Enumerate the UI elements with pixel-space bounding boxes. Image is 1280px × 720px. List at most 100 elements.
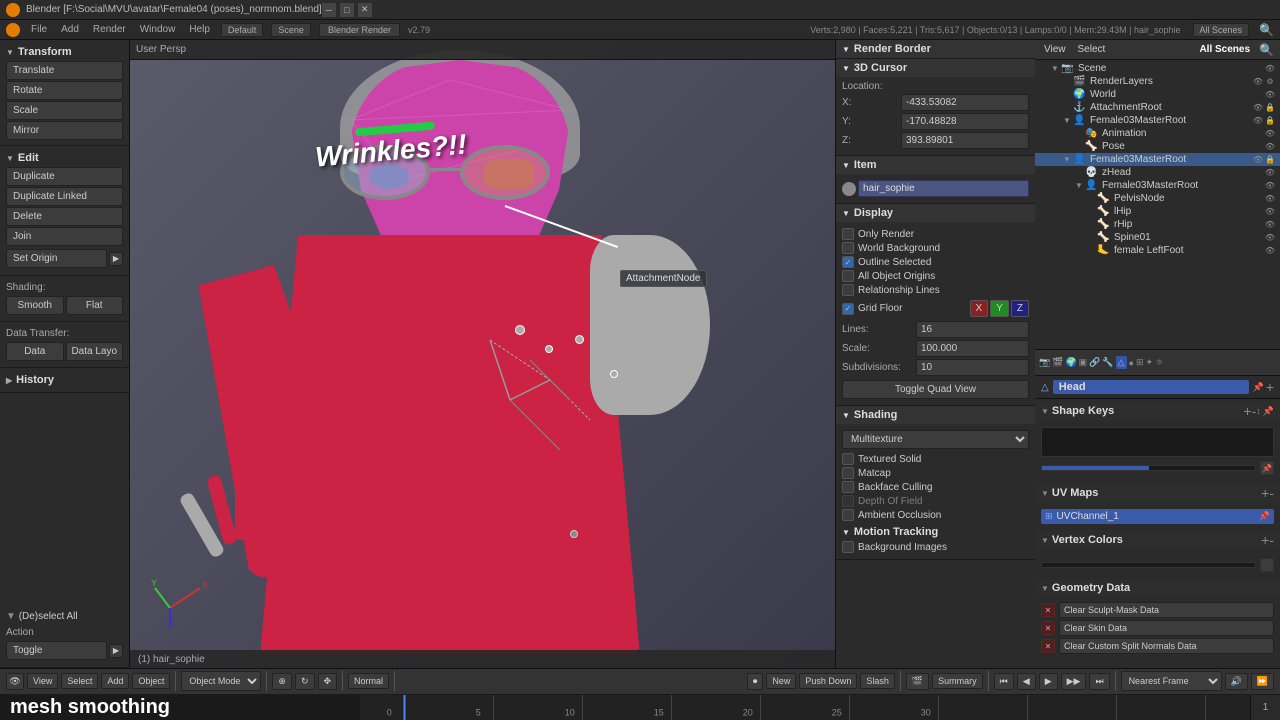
item-name-input[interactable] (858, 180, 1029, 197)
vertex-colors-slider[interactable] (1041, 562, 1256, 568)
cursor-y-value[interactable]: -170.48828 (901, 113, 1029, 130)
shape-keys-list[interactable] (1041, 427, 1274, 457)
object-menu-btn[interactable]: Object (132, 673, 170, 689)
shading-mode-select[interactable]: Multitexture GLSL Shadeless (842, 430, 1029, 449)
tree-scene[interactable]: ▼ 📷 Scene 👁 (1035, 62, 1280, 75)
props-icon-world[interactable]: 🌍 (1065, 357, 1076, 368)
tree-renderlayers[interactable]: 🎬 RenderLayers 👁 ⚙ (1035, 75, 1280, 88)
matcap-cb[interactable] (842, 467, 854, 479)
data-btn[interactable]: Data (6, 342, 64, 361)
control-sphere-2[interactable] (545, 345, 553, 353)
motion-tracking-header[interactable]: ▼ Motion Tracking (842, 525, 1029, 539)
control-sphere-5[interactable] (570, 530, 578, 538)
data-layo-btn[interactable]: Data Layo (66, 342, 124, 361)
slash-btn[interactable]: Slash (860, 673, 895, 689)
xyz-z-btn[interactable]: Z (1011, 300, 1029, 317)
backface-cb[interactable] (842, 481, 854, 493)
shape-key-slider[interactable] (1041, 465, 1256, 471)
props-icon-texture[interactable]: ⊞ (1136, 357, 1144, 368)
props-icon-modifiers[interactable]: 🔧 (1102, 357, 1113, 368)
subdivisions-value[interactable]: 10 (916, 359, 1029, 376)
outline-selected-cb[interactable]: ✓ (842, 256, 854, 268)
duplicate-linked-btn[interactable]: Duplicate Linked (6, 187, 123, 206)
object-mode-select[interactable]: Object Mode Edit Mode Sculpt Mode (181, 671, 261, 691)
view-menu-btn[interactable]: View (27, 673, 58, 689)
global-select-btn[interactable]: ⊕ (272, 673, 292, 690)
clear-skin-btn[interactable]: Clear Skin Data (1059, 620, 1274, 636)
cursor-z-value[interactable]: 393.89801 (901, 132, 1029, 149)
shape-keys-header[interactable]: ▼ Shape Keys + - ↕ 📌 (1035, 401, 1280, 421)
control-sphere-1[interactable] (515, 325, 525, 335)
add-menu-btn[interactable]: Add (101, 673, 129, 689)
menu-file[interactable]: File (28, 24, 50, 35)
control-sphere-3[interactable] (575, 335, 584, 344)
item-header[interactable]: ▼ Item (836, 156, 1035, 174)
head-name[interactable]: Head (1053, 380, 1249, 394)
lines-value[interactable]: 16 (916, 321, 1029, 338)
shape-keys-add[interactable]: + (1243, 403, 1251, 419)
tree-female-leftfoot[interactable]: 🦶 female LeftFoot 👁 (1035, 244, 1280, 257)
menu-window[interactable]: Window (137, 24, 179, 35)
cursor-x-value[interactable]: -433.53082 (901, 94, 1029, 111)
viewport-canvas[interactable]: Wrinkles?!! AttachmentNode User Persp (130, 40, 835, 668)
tree-zhead[interactable]: 💀 zHead 👁 (1035, 166, 1280, 179)
grid-floor-cb[interactable]: ✓ (842, 303, 854, 315)
vertex-colors-add[interactable]: + (1261, 532, 1269, 548)
render-border-header[interactable]: ▼ Render Border (836, 40, 1035, 58)
record-btn[interactable]: ⏺ (747, 673, 764, 690)
set-origin-expand[interactable]: ▶ (109, 252, 123, 266)
menu-add[interactable]: Add (58, 24, 82, 35)
tree-animation[interactable]: 🎭 Animation 👁 (1035, 127, 1280, 140)
tree-pelvisnode[interactable]: 🦴 PelvisNode 👁 (1035, 192, 1280, 205)
props-icon-object[interactable]: ▣ (1079, 357, 1088, 368)
tree-female03masterroot-3[interactable]: ▼ 👤 Female03MasterRoot 👁 (1035, 179, 1280, 192)
toggle-quad-view-btn[interactable]: Toggle Quad View (842, 380, 1029, 399)
head-expand-icon[interactable]: + (1266, 379, 1274, 395)
vertex-colors-minus[interactable]: - (1269, 532, 1274, 548)
clear-sculpt-btn-icon[interactable]: ✕ (1041, 603, 1055, 617)
clear-custom-btn-icon[interactable]: ✕ (1041, 639, 1055, 653)
play-prev-frame[interactable]: ◀ (1017, 673, 1036, 690)
props-icon-material[interactable]: ● (1129, 358, 1134, 368)
tree-attachmentroot[interactable]: ⚓ AttachmentRoot 👁 🔒 (1035, 101, 1280, 114)
props-icon-render[interactable]: 📷 (1039, 357, 1050, 368)
rotate-view-btn[interactable]: ↻ (295, 673, 315, 690)
vertex-colors-header[interactable]: ▼ Vertex Colors + - (1035, 530, 1280, 550)
xyz-x-btn[interactable]: X (970, 300, 989, 317)
clear-custom-btn[interactable]: Clear Custom Split Normals Data (1059, 638, 1274, 654)
props-icon-data[interactable]: △ (1116, 356, 1127, 369)
set-origin-btn[interactable]: Set Origin (6, 249, 107, 268)
textured-solid-cb[interactable] (842, 453, 854, 465)
push-down-btn[interactable]: Push Down (799, 673, 857, 689)
play-next-frame[interactable]: ▶▶ (1061, 673, 1087, 690)
menu-help[interactable]: Help (186, 24, 213, 35)
window-controls[interactable]: ─ □ ✕ (322, 3, 372, 17)
play-btn[interactable]: ▶ (1039, 673, 1058, 690)
clear-skin-btn-icon[interactable]: ✕ (1041, 621, 1055, 635)
menu-render-info[interactable]: Render (90, 24, 129, 35)
outliner-scenes-btn[interactable]: All Scenes (1196, 44, 1253, 55)
workspace-select[interactable]: All Scenes (1193, 23, 1250, 37)
geometry-data-header[interactable]: ▼ Geometry Data (1035, 580, 1280, 596)
audio-sync-btn[interactable]: 🔊 (1225, 673, 1248, 690)
shape-keys-more[interactable]: ↕ (1256, 406, 1261, 416)
play-jump-start[interactable]: ⏮ (994, 673, 1014, 690)
join-btn[interactable]: Join (6, 227, 123, 246)
tree-lhip[interactable]: 🦴 lHip 👁 (1035, 205, 1280, 218)
tree-pose[interactable]: 🦴 Pose 👁 (1035, 140, 1280, 153)
props-icon-particles[interactable]: ✦ (1146, 357, 1154, 368)
tree-female03masterroot-2[interactable]: ▼ 👤 Female03MasterRoot 👁 🔒 (1035, 153, 1280, 166)
shape-key-pin-btn[interactable]: 📌 (1260, 461, 1274, 475)
uv-channel-pin[interactable]: 📌 (1259, 511, 1270, 522)
tree-rhip[interactable]: 🦴 rHip 👁 (1035, 218, 1280, 231)
minimize-btn[interactable]: ─ (322, 3, 336, 17)
search-icon[interactable]: 🔍 (1259, 23, 1274, 37)
toggle-expand[interactable]: ▶ (109, 644, 123, 658)
select-menu-btn[interactable]: Select (61, 673, 98, 689)
props-icon-physics[interactable]: ⚛ (1155, 357, 1163, 368)
smooth-btn[interactable]: Smooth (6, 296, 64, 315)
cursor-header[interactable]: ▼ 3D Cursor (836, 59, 1035, 77)
maximize-btn[interactable]: □ (340, 3, 354, 17)
move-view-btn[interactable]: ✥ (318, 673, 338, 690)
scene-select[interactable]: Scene (271, 23, 311, 37)
